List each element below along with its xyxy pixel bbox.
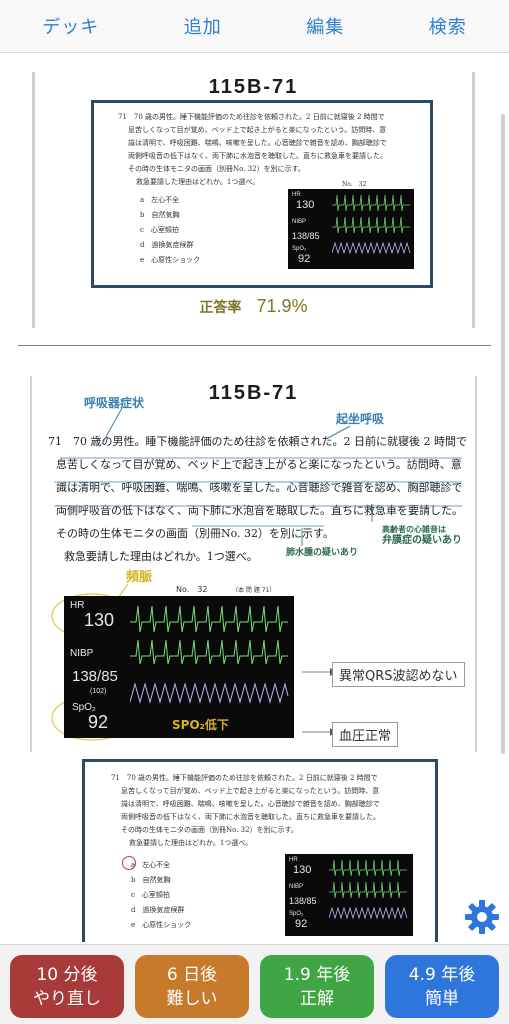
card-title: 115B-71 xyxy=(208,76,299,98)
vital-monitor: HR 130 NIBP 138/85 SpO₂ 92 xyxy=(288,189,414,269)
top-nav: デッキ 追加 編集 検索 xyxy=(0,0,509,53)
option-c: c 心室頻拍 xyxy=(131,891,170,899)
scrollbar[interactable] xyxy=(501,114,505,754)
figure-reference: （本 問 題 71） xyxy=(232,587,276,594)
annotation-qrs: 異常QRS波認めない xyxy=(332,662,465,687)
again-button[interactable]: 10 分後 やり直し xyxy=(10,955,124,1018)
question-text: 71 70 歳の男性。睡下機能評価のため往診を依頼された。2 日前に就寝後 2 … xyxy=(111,774,380,847)
annotation-tachycardia: 頻脈 xyxy=(126,570,153,585)
waveform-graphic xyxy=(332,194,411,255)
waveform-graphic xyxy=(130,605,289,704)
answer-circle-mark xyxy=(122,856,136,870)
answer-button-bar: 10 分後 やり直し 6 日後 難しい 1.9 年後 正解 4.9 年後 簡単 xyxy=(0,944,509,1024)
gear-icon xyxy=(465,900,499,934)
question-card-image: 115B-71 71 70 歳の男性。睡下機能評価のため往診を依頼された。2 日… xyxy=(32,72,475,328)
option-b: b 自然気胸 xyxy=(140,211,180,219)
card-content[interactable]: 115B-71 71 70 歳の男性。睡下機能評価のため往診を依頼された。2 日… xyxy=(0,54,509,942)
hard-button[interactable]: 6 日後 難しい xyxy=(135,955,249,1018)
figure-number: No. 32 xyxy=(342,181,367,188)
question-text: 71 70 歳の男性。睡下機能評価のため往診を依頼された。2 日前に就寝後 2 … xyxy=(118,113,387,186)
nav-edit-button[interactable]: 編集 xyxy=(296,7,354,45)
answer-explanation-image: 115B-71 呼吸器症状 起坐呼吸 71 70 歳の男性。睡下機能評価のため往… xyxy=(30,376,477,752)
options-list: a 左心不全 b 自然気胸 c 心室頻拍 d 過換気症候群 e 心原性ショック xyxy=(140,193,200,268)
answer-card-image: 71 70 歳の男性。睡下機能評価のため往診を依頼された。2 日前に就寝後 2 … xyxy=(82,759,438,942)
option-e: e 心原性ショック xyxy=(131,921,192,929)
annotation-bp: 血圧正常 xyxy=(332,722,399,747)
settings-gear-button[interactable] xyxy=(462,897,502,937)
option-a: a 左心不全 xyxy=(131,861,171,869)
option-d: d 過換気症候群 xyxy=(131,906,185,914)
waveform-graphic xyxy=(329,859,408,920)
option-d: d 過換気症候群 xyxy=(140,241,194,249)
divider xyxy=(18,345,491,346)
nav-search-button[interactable]: 検索 xyxy=(419,7,477,45)
annotation-edema: 肺水腫の疑いあり xyxy=(286,548,359,558)
good-button[interactable]: 1.9 年後 正解 xyxy=(260,955,374,1018)
figure-number: No. 32 xyxy=(176,585,208,594)
nav-add-button[interactable]: 追加 xyxy=(174,7,232,45)
option-b: b 自然気胸 xyxy=(131,876,171,884)
option-a: a 左心不全 xyxy=(140,196,180,204)
accuracy-rate: 正答率 71.9% xyxy=(199,296,308,316)
annotation-spo2: SPO₂低下 xyxy=(172,718,229,732)
options-list: a 左心不全 b 自然気胸 c 心室頻拍 d 過換気症候群 e 心原性ショック xyxy=(131,858,191,933)
vital-monitor: HR 130 NIBP 138/85 SpO₂ 92 xyxy=(285,854,413,936)
option-c: c 心室頻拍 xyxy=(140,226,179,234)
option-e: e 心原性ショック xyxy=(140,256,201,264)
easy-button[interactable]: 4.9 年後 簡単 xyxy=(385,955,499,1018)
nav-deck-button[interactable]: デッキ xyxy=(32,7,109,45)
annotation-valve: 高齢者の心雑音は 弁膜症の疑いあり xyxy=(382,525,462,546)
question-box: 71 70 歳の男性。睡下機能評価のため往診を依頼された。2 日前に就寝後 2 … xyxy=(91,100,433,288)
